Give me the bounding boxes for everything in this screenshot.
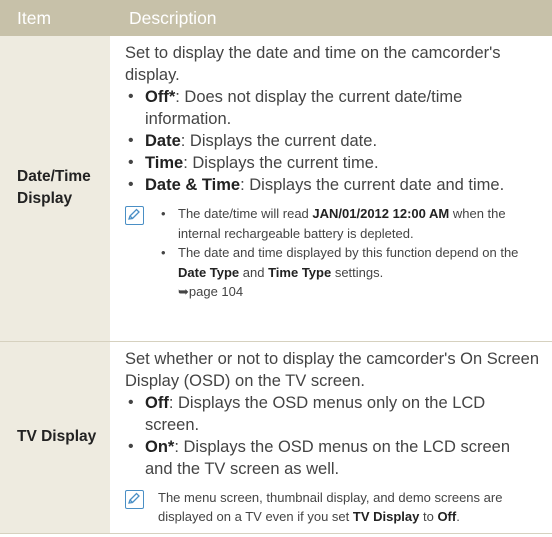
option-text: : Displays the current date and time. xyxy=(240,176,505,194)
list-item: On*: Displays the OSD menus on the LCD s… xyxy=(125,436,542,480)
description-cell: Set whether or not to display the camcor… xyxy=(110,341,552,534)
table-header: Item Description xyxy=(0,0,552,36)
header-item: Item xyxy=(0,0,110,36)
page-reference: ➥page 104 xyxy=(178,284,244,299)
description-intro: Set whether or not to display the camcor… xyxy=(125,349,540,390)
table-row: TV Display Set whether or not to display… xyxy=(0,341,552,534)
option-term: Date xyxy=(145,132,181,150)
option-term: Date & Time xyxy=(145,176,241,194)
option-text: : Does not display the current date/time… xyxy=(145,88,463,128)
note-text: The date/time will read xyxy=(178,206,313,221)
note-block: The menu screen, thumbnail display, and … xyxy=(125,488,542,527)
note-text: settings. xyxy=(331,264,384,280)
description-cell: Set to display the date and time on the … xyxy=(110,36,552,342)
item-label: TV Display xyxy=(17,428,97,445)
item-label: Date/Time xyxy=(17,168,91,186)
option-term: Off* xyxy=(145,88,176,106)
list-item: Date: Displays the current date. xyxy=(125,130,542,152)
item-cell: TV Display xyxy=(0,341,110,534)
note-text: . xyxy=(456,509,460,524)
note-item: The date and time displayed by this func… xyxy=(158,243,542,302)
option-text: : Displays the OSD menus on the LCD scre… xyxy=(145,437,510,478)
table-row: Date/Time Display Set to display the dat… xyxy=(0,36,552,342)
note-emphasis: Time Type xyxy=(268,264,332,280)
note-emphasis: TV Display xyxy=(352,509,420,524)
list-item: Date & Time: Displays the current date a… xyxy=(125,174,542,196)
note-emphasis: JAN/01/2012 12:00 AM xyxy=(312,206,450,221)
option-term: Off xyxy=(145,393,169,412)
settings-table: Item Description Date/Time Display Set t… xyxy=(0,0,552,534)
list-item: Off*: Does not display the current date/… xyxy=(125,86,542,130)
note-text: The date and time displayed by this func… xyxy=(178,245,519,260)
header-description: Description xyxy=(110,0,552,36)
item-cell: Date/Time Display xyxy=(0,36,110,342)
item-label: Display xyxy=(17,190,73,208)
option-list: Off: Displays the OSD menus only on the … xyxy=(125,392,542,480)
option-text: : Displays the current time. xyxy=(183,154,379,172)
description-intro: Set to display the date and time on the … xyxy=(125,44,501,84)
note-item: The menu screen, thumbnail display, and … xyxy=(158,488,542,527)
note-text: and xyxy=(239,264,269,280)
note-emphasis: Date Type xyxy=(178,264,240,280)
option-list: Off*: Does not display the current date/… xyxy=(125,86,542,196)
option-term: On* xyxy=(145,437,175,456)
note-pencil-icon xyxy=(125,489,144,509)
option-text: : Displays the OSD menus only on the LCD… xyxy=(145,393,486,434)
note-text: to xyxy=(419,509,438,524)
note-block: The date/time will read JAN/01/2012 12:0… xyxy=(125,204,542,302)
option-text: : Displays the current date. xyxy=(180,132,378,150)
note-pencil-icon xyxy=(125,206,144,225)
note-emphasis: Off xyxy=(437,509,457,524)
option-term: Time xyxy=(145,154,184,172)
list-item: Time: Displays the current time. xyxy=(125,152,542,174)
note-item: The date/time will read JAN/01/2012 12:0… xyxy=(158,204,542,243)
list-item: Off: Displays the OSD menus only on the … xyxy=(125,392,542,436)
